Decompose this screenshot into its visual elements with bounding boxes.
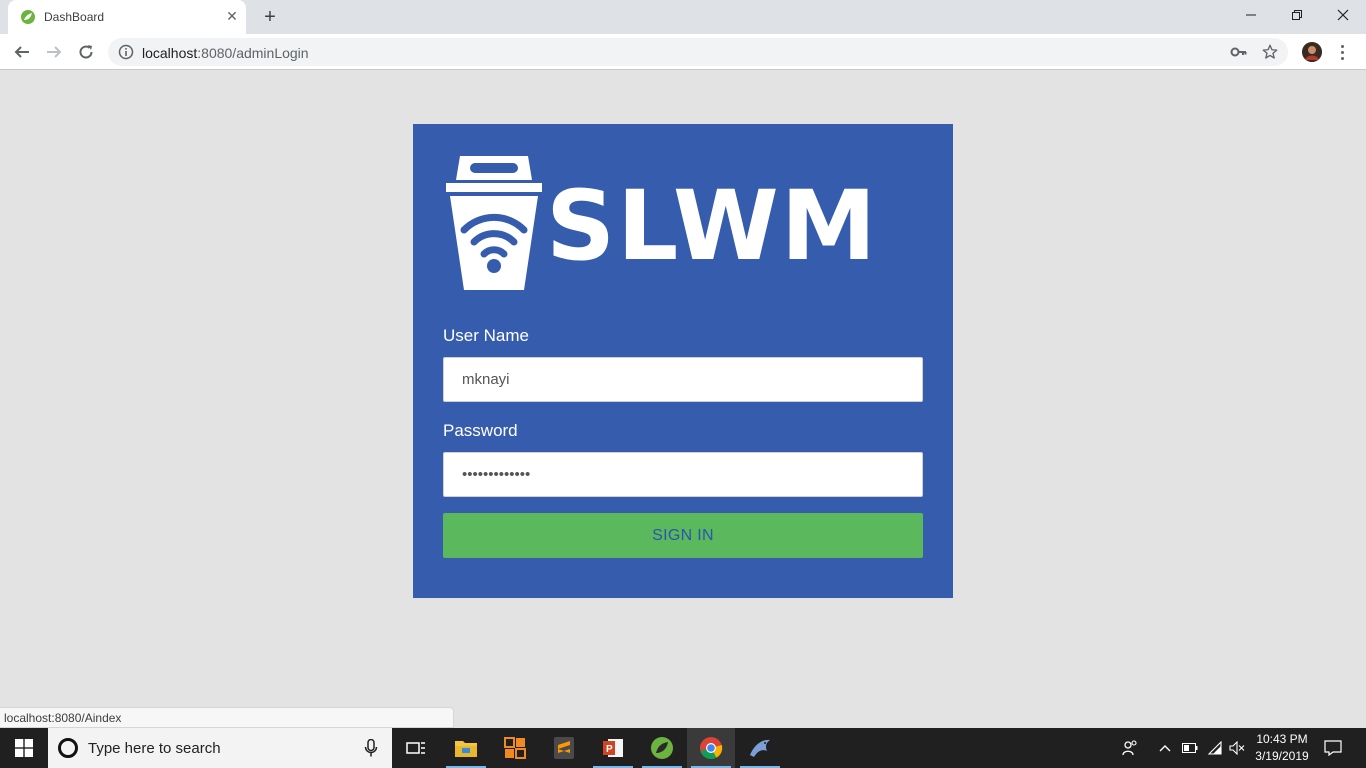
slwm-logo: SLWM (446, 156, 916, 290)
username-input[interactable] (443, 357, 923, 402)
microphone-icon[interactable] (364, 739, 378, 757)
link-status-bubble: localhost:8080/Aindex (0, 707, 454, 728)
browser-menu-icon[interactable] (1336, 42, 1348, 62)
reload-icon (79, 45, 93, 59)
svg-text:P: P (606, 744, 613, 755)
browser-tab-dashboard[interactable]: DashBoard ✕ (8, 0, 246, 34)
password-label: Password (443, 421, 518, 440)
clock-date: 3/19/2019 (1255, 749, 1309, 763)
browser-toolbar: localhost:8080/adminLogin (0, 34, 1366, 70)
powerpoint-button[interactable]: P (589, 728, 637, 768)
close-window-button[interactable] (1320, 0, 1366, 30)
task-view-icon (406, 742, 425, 754)
sublime-text-icon (554, 737, 574, 759)
reload-button[interactable] (72, 38, 100, 66)
search-placeholder: Type here to search (88, 740, 221, 757)
taskbar-clock[interactable]: 10:43 PM 3/19/2019 (1250, 731, 1314, 765)
spring-tool-suite-button[interactable] (638, 728, 686, 768)
avatar-image (1302, 42, 1322, 62)
file-explorer-button[interactable] (442, 728, 490, 768)
minimize-icon (1246, 14, 1256, 16)
key-icon[interactable] (1230, 44, 1248, 60)
clock-time: 10:43 PM (1256, 732, 1308, 746)
dolphin-icon (750, 739, 770, 757)
battery-icon (1182, 743, 1198, 753)
wifi-icon (1207, 741, 1222, 755)
people-button[interactable] (1120, 738, 1140, 758)
mysql-workbench-button[interactable] (736, 728, 784, 768)
password-input[interactable] (443, 452, 923, 497)
arrow-right-icon (47, 46, 62, 58)
speaker-muted-icon (1229, 741, 1245, 755)
spring-leaf-icon (651, 737, 673, 759)
close-icon (1337, 9, 1349, 21)
new-tab-button[interactable]: + (258, 6, 282, 28)
username-label: User Name (443, 326, 529, 345)
restore-icon (1292, 10, 1302, 20)
network-button[interactable] (1205, 738, 1225, 758)
forward-button[interactable] (40, 38, 68, 66)
browser-tab-strip: DashBoard ✕ + (0, 0, 1366, 34)
notification-icon (1324, 740, 1342, 756)
office-app-button[interactable] (491, 728, 539, 768)
spring-leaf-icon (21, 10, 35, 24)
office-tiles-icon (504, 737, 526, 759)
info-icon[interactable] (118, 44, 134, 60)
logo-text: SLWM (546, 170, 879, 282)
windows-logo-icon (15, 739, 33, 757)
profile-avatar[interactable] (1302, 42, 1322, 62)
start-button[interactable] (0, 728, 48, 768)
tab-close-icon[interactable]: ✕ (224, 8, 240, 24)
arrow-left-icon (14, 46, 29, 58)
taskbar-search-box[interactable]: Type here to search (48, 728, 392, 768)
address-bar[interactable]: localhost:8080/adminLogin (108, 38, 1288, 66)
volume-button[interactable] (1227, 738, 1247, 758)
bookmark-star-icon[interactable] (1261, 43, 1279, 61)
back-button[interactable] (8, 38, 36, 66)
chrome-icon (700, 737, 723, 760)
battery-button[interactable] (1180, 738, 1200, 758)
people-icon (1122, 740, 1137, 756)
chevron-up-icon (1159, 745, 1171, 752)
url-text: localhost:8080/adminLogin (142, 45, 309, 61)
task-view-button[interactable] (392, 728, 440, 768)
show-hidden-icons-button[interactable] (1155, 738, 1175, 758)
sublime-text-button[interactable] (540, 728, 588, 768)
url-path: :8080/adminLogin (197, 45, 309, 61)
action-center-button[interactable] (1323, 738, 1343, 758)
folder-icon (455, 741, 477, 757)
restore-button[interactable] (1274, 0, 1320, 30)
chrome-button[interactable] (687, 728, 735, 768)
sign-in-button[interactable]: SIGN IN (443, 513, 923, 558)
url-host: localhost (142, 45, 198, 61)
smart-bin-wifi-icon (446, 156, 542, 290)
cortana-icon (58, 738, 78, 758)
tab-title: DashBoard (44, 10, 105, 24)
minimize-button[interactable] (1228, 0, 1274, 30)
windows-taskbar: Type here to search P 10:43 PM 3/19/2019 (0, 728, 1366, 768)
login-card: SLWM User Name Password SIGN IN (413, 124, 953, 598)
powerpoint-icon: P (603, 739, 623, 757)
